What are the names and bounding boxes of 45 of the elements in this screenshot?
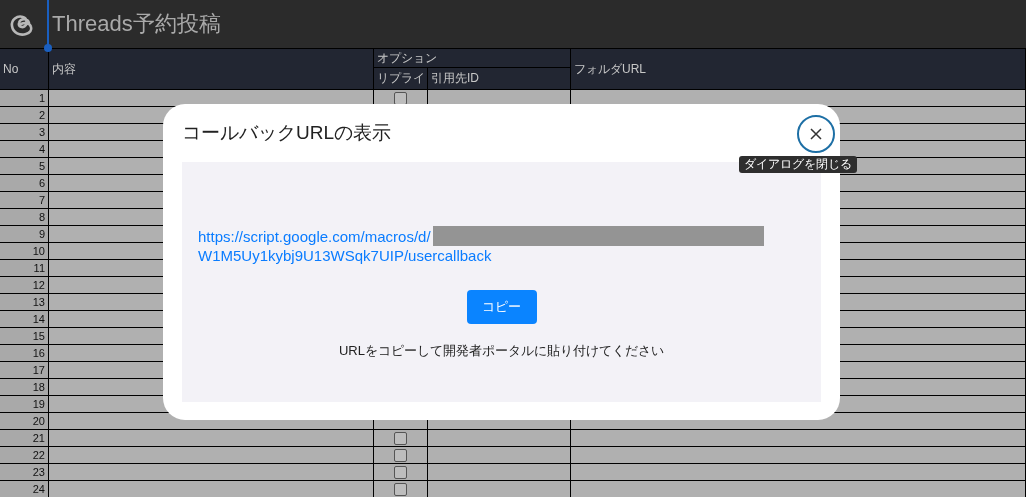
tooltip: ダイアログを閉じる: [739, 156, 857, 173]
dialog-title: コールバックURLの表示: [182, 121, 391, 145]
row-number: 1: [0, 90, 49, 106]
row-number: 20: [0, 413, 49, 429]
row-number: 22: [0, 447, 49, 463]
row-number: 21: [0, 430, 49, 446]
row-number: 15: [0, 328, 49, 344]
column-header: 引用先ID: [428, 68, 571, 89]
row-number: 19: [0, 396, 49, 412]
instruction-text: URLをコピーして開発者ポータルに貼り付けてください: [339, 342, 664, 360]
close-icon: [809, 127, 823, 141]
reply-checkbox[interactable]: [394, 448, 407, 462]
reply-checkbox[interactable]: [394, 91, 407, 105]
column-header: リプライ: [374, 68, 428, 89]
callback-url-link[interactable]: https://script.google.com/macros/d/: [198, 226, 431, 246]
copy-button[interactable]: コピー: [466, 290, 537, 324]
reply-checkbox[interactable]: [394, 465, 407, 479]
app-title: Threads予約投稿: [52, 10, 221, 38]
row-number: 2: [0, 107, 49, 123]
row-number: 24: [0, 481, 49, 497]
column-header: オプション: [374, 49, 571, 68]
row-number: 13: [0, 294, 49, 310]
reply-checkbox[interactable]: [394, 431, 407, 445]
row-number: 18: [0, 379, 49, 395]
row-number: 14: [0, 311, 49, 327]
row-number: 8: [0, 209, 49, 225]
row-number: 12: [0, 277, 49, 293]
column-header: No: [0, 49, 49, 89]
row-number: 6: [0, 175, 49, 191]
row-number: 11: [0, 260, 49, 276]
close-button[interactable]: [797, 115, 835, 153]
row-number: 5: [0, 158, 49, 174]
row-number: 17: [0, 362, 49, 378]
row-number: 4: [0, 141, 49, 157]
reply-checkbox[interactable]: [394, 482, 407, 496]
row-number: 23: [0, 464, 49, 480]
column-header: フォルダURL: [571, 49, 1026, 89]
callback-url-link[interactable]: W1M5Uy1kybj9U13WSqk7UIP/usercallback: [198, 246, 805, 265]
row-number: 10: [0, 243, 49, 259]
column-header: 内容: [49, 49, 374, 89]
row-number: 9: [0, 226, 49, 242]
cursor-handle[interactable]: [44, 44, 52, 52]
row-number: 16: [0, 345, 49, 361]
row-number: 3: [0, 124, 49, 140]
row-number: 7: [0, 192, 49, 208]
